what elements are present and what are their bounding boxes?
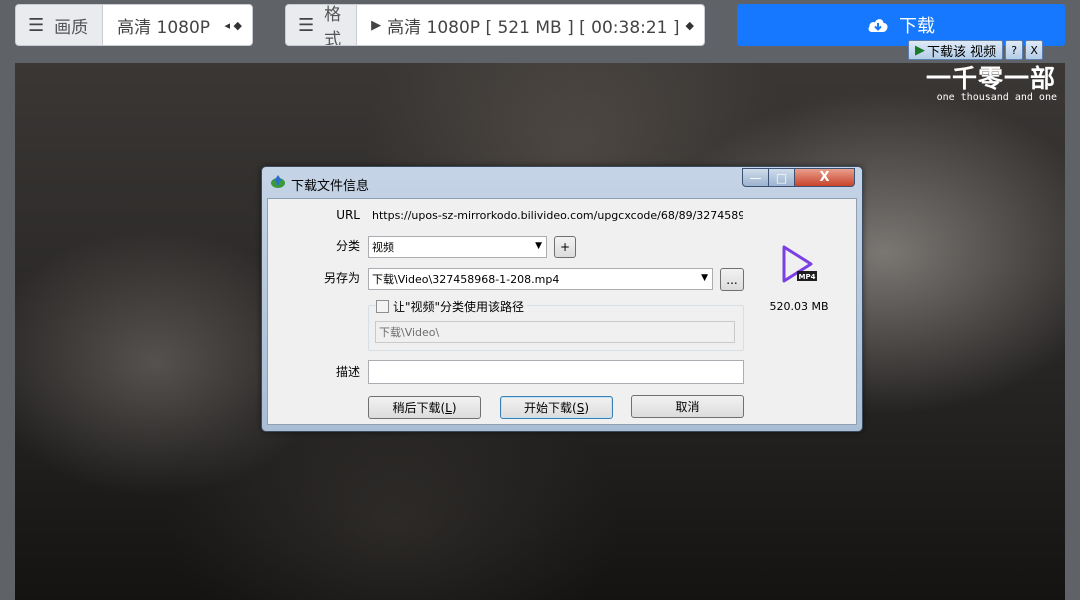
download-later-button[interactable]: 稍后下载(L) xyxy=(368,396,481,419)
idm-close-button[interactable]: X xyxy=(1025,40,1044,60)
list-icon: ☰ xyxy=(28,14,45,36)
dropdown-arrow-icon: ▼ xyxy=(701,273,708,283)
format-label: 格式 xyxy=(324,5,342,46)
browse-button[interactable]: ... xyxy=(720,268,744,291)
select-arrows-icon: ◆ xyxy=(685,18,694,32)
start-download-button[interactable]: 开始下载(S) xyxy=(500,396,613,419)
category-path-field: 下载\Video\ xyxy=(375,321,735,343)
category-value: 视频 xyxy=(372,241,394,254)
quality-value: 高清 1080P xyxy=(117,17,211,38)
download-later-key: L xyxy=(445,400,452,415)
use-path-checkbox-label: 让"视频"分类使用该路径 xyxy=(393,300,525,314)
quality-label: 画质 xyxy=(54,17,89,38)
description-input[interactable] xyxy=(368,360,744,384)
logo-en: one thousand and one xyxy=(936,92,1057,103)
idm-download-label: 下载该 视频 xyxy=(927,44,997,60)
start-download-text: 开始下载( xyxy=(524,401,577,415)
list-icon: ☰ xyxy=(298,14,315,36)
logo-cn: 一千零一部 xyxy=(925,64,1056,93)
format-value-box[interactable]: ▶ 高清 1080P [ 521 MB ] [ 00:38:21 ] ◆ xyxy=(357,5,704,45)
idm-globe-icon xyxy=(271,175,285,188)
save-as-label: 另存为 xyxy=(323,271,360,285)
category-select[interactable]: 视频 ▼ xyxy=(368,236,547,258)
add-category-button[interactable]: + xyxy=(554,236,576,258)
category-path-value: 下载\Video\ xyxy=(379,326,440,339)
cloud-download-icon xyxy=(868,19,888,32)
quality-label-box: ☰ 画质 xyxy=(16,5,104,45)
play-icon: ▶ xyxy=(371,17,382,33)
cancel-button[interactable]: 取消 xyxy=(631,395,744,418)
checkbox-box[interactable] xyxy=(376,300,389,313)
download-label: 下载 xyxy=(899,16,935,37)
select-arrows-icon: ◂ ◆ xyxy=(224,18,242,32)
download-file-info-dialog: 下载文件信息 — □ X URL https://upos-sz-mirrork… xyxy=(261,166,863,432)
dialog-body: URL https://upos-sz-mirrorkodo.bilivideo… xyxy=(267,198,857,425)
use-path-checkbox[interactable]: 让"视频"分类使用该路径 xyxy=(376,298,528,315)
quality-select[interactable]: ☰ 画质 高清 1080P ◂ ◆ xyxy=(15,4,253,46)
url-field[interactable]: https://upos-sz-mirrorkodo.bilivideo.com… xyxy=(368,205,744,225)
dialog-title: 下载文件信息 xyxy=(291,179,370,194)
download-later-paren: ) xyxy=(451,400,457,415)
mp4-badge: MP4 xyxy=(799,273,816,281)
idm-download-video-button[interactable]: ▶ 下载该 视频 xyxy=(908,40,1004,60)
format-label-box: ☰ 格式 xyxy=(286,5,358,46)
idm-help-button[interactable]: ? xyxy=(1005,40,1024,60)
file-size: 520.03 MB xyxy=(769,300,829,313)
format-select[interactable]: ☰ 格式 ▶ 高清 1080P [ 521 MB ] [ 00:38:21 ] … xyxy=(285,4,705,46)
url-label: URL xyxy=(336,208,360,222)
start-download-key: S xyxy=(576,400,585,415)
dialog-titlebar[interactable]: 下载文件信息 — □ X xyxy=(262,167,862,197)
description-label: 描述 xyxy=(335,365,360,379)
start-download-paren: ) xyxy=(584,400,589,415)
save-as-select[interactable]: 下载\Video\327458968-1-208.mp4 ▼ xyxy=(368,268,713,290)
format-value: 高清 1080P [ 521 MB ] [ 00:38:21 ] xyxy=(387,17,680,38)
channel-logo: 一千零一部 one thousand and one xyxy=(925,64,1057,104)
category-label: 分类 xyxy=(335,239,360,253)
play-icon: ▶ xyxy=(915,42,925,58)
url-value: https://upos-sz-mirrorkodo.bilivideo.com… xyxy=(372,208,744,222)
close-button[interactable]: X xyxy=(794,168,855,187)
idm-download-panel: ▶ 下载该 视频 ? X xyxy=(908,40,1044,60)
quality-value-box[interactable]: 高清 1080P ◂ ◆ xyxy=(103,5,252,45)
dropdown-arrow-icon: ▼ xyxy=(535,241,542,251)
minimize-button[interactable]: — xyxy=(742,168,769,187)
save-as-value: 下载\Video\327458968-1-208.mp4 xyxy=(372,273,560,286)
download-later-text: 稍后下载( xyxy=(392,401,446,415)
maximize-button[interactable]: □ xyxy=(768,168,795,187)
mp4-file-icon: MP4 xyxy=(782,245,817,283)
